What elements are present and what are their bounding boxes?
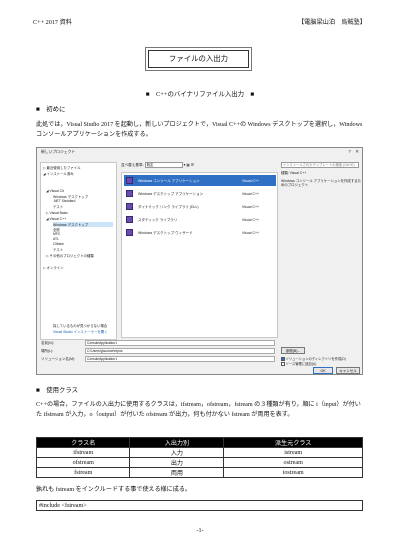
tree-item[interactable]: テスト bbox=[53, 247, 63, 252]
table-cell: istream bbox=[223, 447, 363, 458]
table-row: ofstream 出力 ostream bbox=[35, 457, 363, 468]
table-header: クラス名 bbox=[35, 437, 131, 448]
table-cell: 出力 bbox=[129, 457, 225, 468]
tree-item[interactable]: ▷ Visual Basic bbox=[46, 211, 68, 215]
table-cell: 両用 bbox=[129, 467, 225, 478]
section-classes-heading: ■ 使用クラス bbox=[36, 387, 79, 394]
ok-button[interactable]: OK bbox=[313, 367, 333, 374]
template-lang: Visual C++ bbox=[242, 191, 260, 196]
template-icon bbox=[126, 190, 133, 197]
template-toolbar: 並べ替え基準: 既定 ▾ ▦ ☰ bbox=[121, 162, 194, 168]
table-row: fstream 両用 iostream bbox=[35, 467, 363, 478]
tree-item[interactable]: ATL bbox=[53, 237, 59, 241]
template-item[interactable]: ダイナミック リンク ライブラリ (DLL) Visual C++ bbox=[124, 201, 276, 212]
table-cell: fstream bbox=[35, 467, 131, 478]
page-number: -1- bbox=[196, 528, 204, 534]
tree-item[interactable]: ◢ インストール済み bbox=[43, 171, 74, 176]
name-label: 名前(N): bbox=[41, 341, 54, 345]
project-type-tree: ▷ 最近使用したファイル ◢ インストール済み ◢ Visual C# Wind… bbox=[40, 162, 117, 340]
template-search-input[interactable]: インストールされたテンプレートの検索 (Ctrl+E) bbox=[281, 162, 359, 168]
class-table: クラス名 入出力別 派生元クラス ifstream 入力 istream ofs… bbox=[35, 437, 363, 478]
browse-button[interactable]: 参照(B)... bbox=[281, 347, 305, 354]
table-cell: ostream bbox=[223, 457, 363, 468]
section-intro-heading: ■ 初めに bbox=[36, 106, 66, 113]
solution-field[interactable]: ConsoleApplication1 bbox=[85, 356, 275, 362]
table-cell: 入力 bbox=[129, 447, 225, 458]
new-project-dialog: 新しいプロジェクト ? ✕ ▷ 最近使用したファイル ◢ インストール済み ◢ … bbox=[36, 147, 363, 375]
tree-item[interactable]: ◢ Visual C++ bbox=[46, 217, 66, 221]
table-header: 派生元クラス bbox=[223, 437, 363, 448]
tree-item[interactable]: ▷ オンライン bbox=[43, 265, 64, 270]
template-lang: Visual C++ bbox=[242, 204, 260, 209]
tree-item[interactable]: ◢ Visual C# bbox=[46, 189, 64, 193]
header-right: 【電脳梁山泊 烏賊塾】 bbox=[297, 19, 366, 26]
after-table-text: 孰れも fstream をインクルードする事で使える様に成る。 bbox=[36, 487, 192, 493]
location-field[interactable]: C:\Users\g\source\repos bbox=[85, 348, 275, 354]
template-lang: Visual C++ bbox=[242, 217, 260, 222]
tree-footer-text: 探しているものが見つからない場合 bbox=[53, 324, 108, 328]
template-icon bbox=[126, 203, 133, 210]
code-block: #include <fstream> bbox=[36, 500, 363, 511]
installer-link[interactable]: Visual Studio インストーラーを開く bbox=[53, 329, 108, 334]
table-cell: ofstream bbox=[35, 457, 131, 468]
template-name: スタティック ライブラリ bbox=[138, 217, 178, 222]
template-name: ダイナミック リンク ライブラリ (DLL) bbox=[138, 204, 199, 209]
page-title: ファイルの入出力 bbox=[148, 50, 249, 68]
name-field[interactable]: ConsoleApplication1 bbox=[85, 340, 275, 346]
subtitle: ■ C++のバイナリファイル入出力 ■ bbox=[145, 91, 255, 98]
table-row: ifstream 入力 istream bbox=[35, 447, 363, 458]
template-name: Windows デスクトップ アプリケーション bbox=[138, 191, 204, 196]
dialog-title: 新しいプロジェクト bbox=[41, 150, 76, 154]
header-left: C++ 2017 資料 bbox=[33, 19, 72, 26]
tree-item[interactable]: ▷ 最近使用したファイル bbox=[43, 165, 80, 170]
template-icon bbox=[126, 216, 133, 223]
template-description: Windows コンソール アプリケーションを作成するためのプロジェクト bbox=[281, 178, 361, 188]
view-toggle-icon[interactable]: ▾ ▦ ☰ bbox=[184, 163, 194, 167]
template-item-selected[interactable]: Windows コンソール アプリケーション Visual C++ bbox=[124, 175, 276, 186]
template-name: Windows コンソール アプリケーション bbox=[138, 178, 200, 183]
template-list: Windows コンソール アプリケーション Visual C++ Window… bbox=[121, 172, 278, 338]
tree-item[interactable]: .NET Standard bbox=[53, 199, 75, 203]
checkbox-icon bbox=[281, 362, 285, 366]
tree-item-selected[interactable]: Windows デスクトップ bbox=[53, 222, 113, 227]
template-info-panel: インストールされたテンプレートの検索 (Ctrl+E) 種類: Visual C… bbox=[281, 162, 361, 338]
template-item[interactable]: スタティック ライブラリ Visual C++ bbox=[124, 214, 276, 225]
sort-label: 並べ替え基準: bbox=[121, 162, 144, 167]
table-cell: ifstream bbox=[35, 447, 131, 458]
sort-select[interactable]: 既定 bbox=[144, 162, 183, 168]
location-label: 場所(L): bbox=[41, 349, 54, 353]
table-cell: iostream bbox=[223, 467, 363, 478]
solution-label: ソリューション名(M): bbox=[41, 357, 76, 361]
dialog-window-buttons[interactable]: ? ✕ bbox=[348, 149, 359, 155]
source-control-checkbox[interactable]: ソース管理に追加(U) bbox=[281, 361, 316, 366]
template-item[interactable]: Windows デスクトップ ウィザード Visual C++ bbox=[124, 227, 276, 238]
template-icon bbox=[126, 229, 133, 236]
tree-item[interactable]: テスト bbox=[53, 204, 63, 209]
section-classes-body: C++の場合，ファイルの入出力に使用するクラスは，ifstream，ofstre… bbox=[36, 402, 361, 419]
tree-item[interactable]: MFC bbox=[53, 232, 60, 236]
table-header: 入出力別 bbox=[129, 437, 225, 448]
tree-item[interactable]: CMake bbox=[53, 242, 64, 246]
template-icon bbox=[126, 177, 133, 184]
template-item[interactable]: Windows デスクトップ アプリケーション Visual C++ bbox=[124, 188, 276, 199]
template-type: 種類: Visual C++ bbox=[281, 171, 307, 175]
template-lang: Visual C++ bbox=[242, 230, 260, 235]
checkbox-label: ソース管理に追加(U) bbox=[285, 362, 317, 366]
template-name: Windows デスクトップ ウィザード bbox=[138, 230, 193, 235]
tree-item[interactable]: ▷ その他のプロジェクトの種類 bbox=[46, 253, 94, 258]
section-intro-body: 此処では，Visual Studio 2017 を起動し，新しいプロジェクトで，… bbox=[36, 122, 363, 139]
template-lang: Visual C++ bbox=[242, 178, 260, 183]
cancel-button[interactable]: キャンセル bbox=[336, 367, 360, 374]
